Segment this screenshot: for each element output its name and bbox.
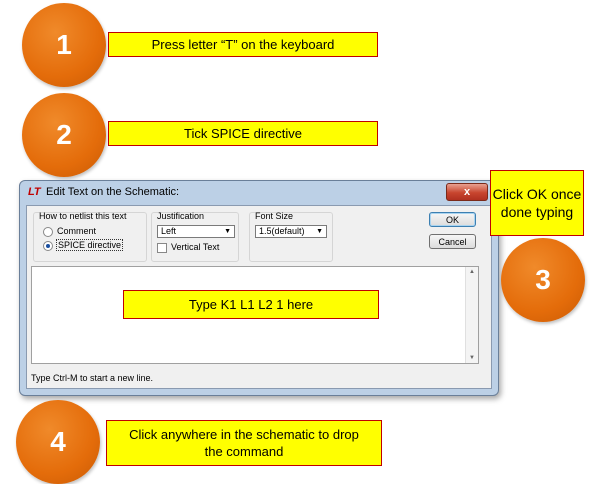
justification-value: Left <box>161 226 177 236</box>
vertical-text-label[interactable]: Vertical Text <box>171 242 219 252</box>
ok-button-label: OK <box>445 214 459 225</box>
cancel-button-label: Cancel <box>438 236 467 247</box>
ltspice-logo-icon: LT <box>28 186 41 198</box>
text-area-callout: Type K1 L1 L2 1 here <box>123 290 379 319</box>
step-3-text: Click OK once done typing <box>492 186 582 220</box>
font-size-label: Font Size <box>255 211 294 221</box>
scroll-down-icon[interactable]: ▼ <box>466 355 478 361</box>
step-4-text: Click anywhere in the schematic to drop … <box>129 427 359 459</box>
step-1-number: 1 <box>56 29 72 60</box>
netlist-group-label: How to netlist this text <box>39 211 127 221</box>
chevron-down-icon: ▼ <box>316 228 323 235</box>
step-3-badge: 3 <box>501 238 585 322</box>
close-icon: x <box>463 186 471 198</box>
step-1-badge: 1 <box>22 3 106 87</box>
radio-spice-directive-label[interactable]: SPICE directive <box>56 239 124 251</box>
scroll-up-icon[interactable]: ▲ <box>466 269 478 275</box>
step-2-callout: Tick SPICE directive <box>108 121 378 146</box>
step-2-badge: 2 <box>22 93 106 177</box>
vertical-scrollbar[interactable]: ▲ ▼ <box>465 267 478 363</box>
dialog-titlebar[interactable]: LT Edit Text on the Schematic: x <box>20 181 498 205</box>
step-2-text: Tick SPICE directive <box>184 126 302 141</box>
status-hint: Type Ctrl-M to start a new line. <box>31 373 154 383</box>
vertical-text-checkbox[interactable] <box>157 243 167 253</box>
dialog-title: Edit Text on the Schematic: <box>46 186 180 198</box>
chevron-down-icon: ▼ <box>224 228 231 235</box>
step-2-number: 2 <box>56 119 72 150</box>
justification-select[interactable]: Left ▼ <box>157 225 235 238</box>
step-4-callout: Click anywhere in the schematic to drop … <box>106 420 382 466</box>
radio-spice-directive[interactable] <box>43 241 53 251</box>
justification-label: Justification <box>157 211 205 221</box>
radio-comment[interactable] <box>43 227 53 237</box>
cancel-button[interactable]: Cancel <box>429 234 476 249</box>
step-4-number: 4 <box>50 426 66 457</box>
edit-text-dialog: LT Edit Text on the Schematic: x How to … <box>19 180 499 396</box>
ok-button[interactable]: OK <box>429 212 476 227</box>
font-size-select[interactable]: 1.5(default) ▼ <box>255 225 327 238</box>
step-3-callout: Click OK once done typing <box>490 170 584 236</box>
text-area-callout-text: Type K1 L1 L2 1 here <box>188 297 314 312</box>
step-1-text: Press letter “T” on the keyboard <box>151 37 335 52</box>
font-size-value: 1.5(default) <box>259 226 305 236</box>
step-4-badge: 4 <box>16 400 100 484</box>
step-1-callout: Press letter “T” on the keyboard <box>108 32 378 57</box>
step-3-number: 3 <box>535 264 551 295</box>
radio-comment-label[interactable]: Comment <box>57 226 96 236</box>
close-button[interactable]: x <box>446 183 488 201</box>
